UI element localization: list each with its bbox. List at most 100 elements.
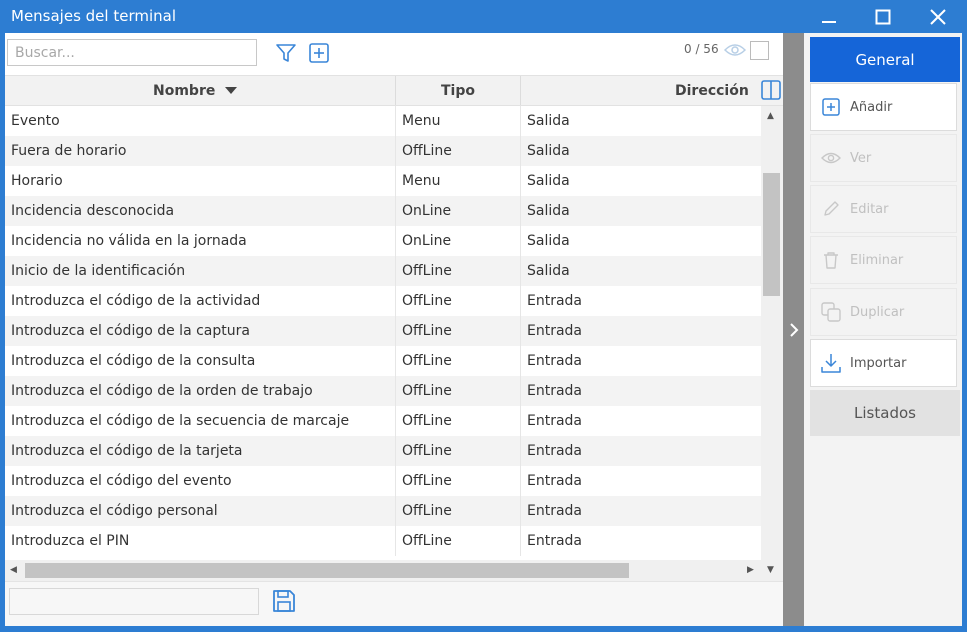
plus-square-icon [309, 43, 329, 63]
table-row[interactable]: Introduzca el código de la consulta OffLi… [5, 346, 761, 376]
eliminar-button[interactable]: Eliminar [810, 236, 957, 284]
table-row[interactable]: Introduzca el código de la tarjeta OffLin… [5, 436, 761, 466]
table-row[interactable]: Inicio de la identificación OffLine Salida [5, 256, 761, 286]
close-button[interactable] [911, 0, 965, 33]
filter-button[interactable] [274, 41, 298, 65]
cell-tipo: OffLine [402, 533, 452, 549]
cell-nombre: Introduzca el código personal [11, 503, 218, 519]
table-row[interactable]: Evento Menu Salida [5, 106, 761, 136]
panel-collapse-button[interactable] [783, 33, 804, 626]
cell-direccion: Entrada [527, 293, 583, 309]
cell-nombre: Introduzca el código de la secuencia de … [11, 413, 350, 429]
sort-desc-icon [225, 86, 238, 94]
table-row[interactable]: Introduzca el código de la secuencia de … [5, 406, 761, 436]
cell-tipo: OffLine [402, 293, 452, 309]
cell-tipo: OffLine [402, 503, 452, 519]
importar-button[interactable]: Importar [810, 339, 957, 387]
columns-icon [761, 80, 781, 100]
select-all-checkbox[interactable] [750, 41, 769, 60]
show-selected-button[interactable] [723, 42, 747, 62]
cell-tipo: OffLine [402, 473, 452, 489]
copy-icon [820, 301, 842, 323]
maximize-button[interactable] [856, 0, 910, 33]
action-label: Ver [850, 150, 872, 166]
table-row[interactable]: Fuera de horario OffLine Salida [5, 136, 761, 166]
action-label: Duplicar [850, 304, 905, 320]
cell-direccion: Salida [527, 113, 570, 129]
cell-tipo: OffLine [402, 353, 452, 369]
scroll-up-arrow[interactable]: ▲ [767, 111, 774, 121]
save-icon [273, 590, 295, 612]
scroll-left-arrow[interactable]: ◀ [10, 565, 17, 575]
table-row[interactable]: Introduzca el PIN OffLine Entrada [5, 526, 761, 556]
cell-tipo: OffLine [402, 263, 452, 279]
cell-tipo: OffLine [402, 383, 452, 399]
cell-direccion: Entrada [527, 413, 583, 429]
cell-direccion: Entrada [527, 443, 583, 459]
column-separator[interactable] [520, 76, 521, 105]
column-separator[interactable] [395, 76, 396, 105]
column-header-direccion[interactable]: Dirección [675, 76, 749, 105]
cell-tipo: OnLine [402, 203, 452, 219]
cell-nombre: Fuera de horario [11, 143, 127, 159]
cell-direccion: Salida [527, 233, 570, 249]
plus-square-icon [820, 96, 842, 118]
table-row[interactable]: Horario Menu Salida [5, 166, 761, 196]
record-counter: 0 / 56 [684, 42, 719, 56]
download-icon [820, 352, 842, 374]
table-row[interactable]: Incidencia desconocida OnLine Salida [5, 196, 761, 226]
cell-tipo: OffLine [402, 143, 452, 159]
cell-nombre: Introduzca el código de la actividad [11, 293, 261, 309]
cell-tipo: OffLine [402, 413, 452, 429]
tab-general[interactable]: General [810, 37, 960, 82]
cell-nombre: Introduzca el PIN [11, 533, 130, 549]
window-title: Mensajes del terminal [11, 7, 177, 25]
cell-nombre: Inicio de la identificación [11, 263, 186, 279]
maximize-icon [875, 9, 891, 24]
table-row[interactable]: Introduzca el código de la orden de trab… [5, 376, 761, 406]
aadir-button[interactable]: Añadir [810, 83, 957, 131]
cell-tipo: OffLine [402, 323, 452, 339]
table-row[interactable]: Introduzca el código del evento OffLine En… [5, 466, 761, 496]
scroll-right-arrow[interactable]: ▶ [747, 565, 754, 575]
horizontal-scrollbar[interactable]: ◀ ▶ [5, 560, 761, 581]
table-row[interactable]: Introduzca el código personal OffLine Entr… [5, 496, 761, 526]
cell-tipo: OnLine [402, 233, 452, 249]
column-header-tipo[interactable]: Tipo [441, 76, 475, 105]
cell-nombre: Incidencia no válida en la jornada [11, 233, 247, 249]
table-row[interactable]: Introduzca el código de la captura OffLin… [5, 316, 761, 346]
cell-nombre: Introduzca el código de la captura [11, 323, 250, 339]
horizontal-scroll-thumb[interactable] [25, 563, 629, 578]
action-label: Eliminar [850, 252, 904, 268]
cell-direccion: Salida [527, 143, 570, 159]
cell-tipo: Menu [402, 113, 441, 129]
column-divider [520, 106, 521, 556]
column-header-nombre[interactable]: Nombre [153, 76, 238, 105]
cell-tipo: Menu [402, 173, 441, 189]
vertical-scrollbar[interactable]: ▲ ▼ [761, 106, 783, 581]
ver-button[interactable]: Ver [810, 134, 957, 182]
column-divider [395, 106, 396, 556]
search-input[interactable] [7, 39, 257, 66]
footer-bar [5, 581, 783, 626]
filter-icon [276, 44, 296, 62]
action-label: Editar [850, 201, 889, 217]
save-button[interactable] [271, 588, 297, 618]
table-row[interactable]: Introduzca el código de la actividad OffL… [5, 286, 761, 316]
cell-direccion: Entrada [527, 473, 583, 489]
cell-nombre: Introduzca el código de la consulta [11, 353, 256, 369]
minimize-button[interactable] [802, 0, 856, 33]
footer-input[interactable] [9, 588, 259, 615]
minimize-icon [822, 20, 836, 23]
column-chooser-button[interactable] [761, 80, 781, 104]
vertical-scroll-thumb[interactable] [763, 173, 780, 296]
editar-button[interactable]: Editar [810, 185, 957, 233]
cell-direccion: Salida [527, 173, 570, 189]
cell-direccion: Salida [527, 263, 570, 279]
add-row-button[interactable] [307, 41, 331, 65]
duplicar-button[interactable]: Duplicar [810, 288, 957, 336]
table-row[interactable]: Incidencia no válida en la jornada OnLine… [5, 226, 761, 256]
cell-direccion: Salida [527, 203, 570, 219]
scroll-down-arrow[interactable]: ▼ [767, 565, 774, 575]
listados-button[interactable]: Listados [810, 390, 960, 436]
